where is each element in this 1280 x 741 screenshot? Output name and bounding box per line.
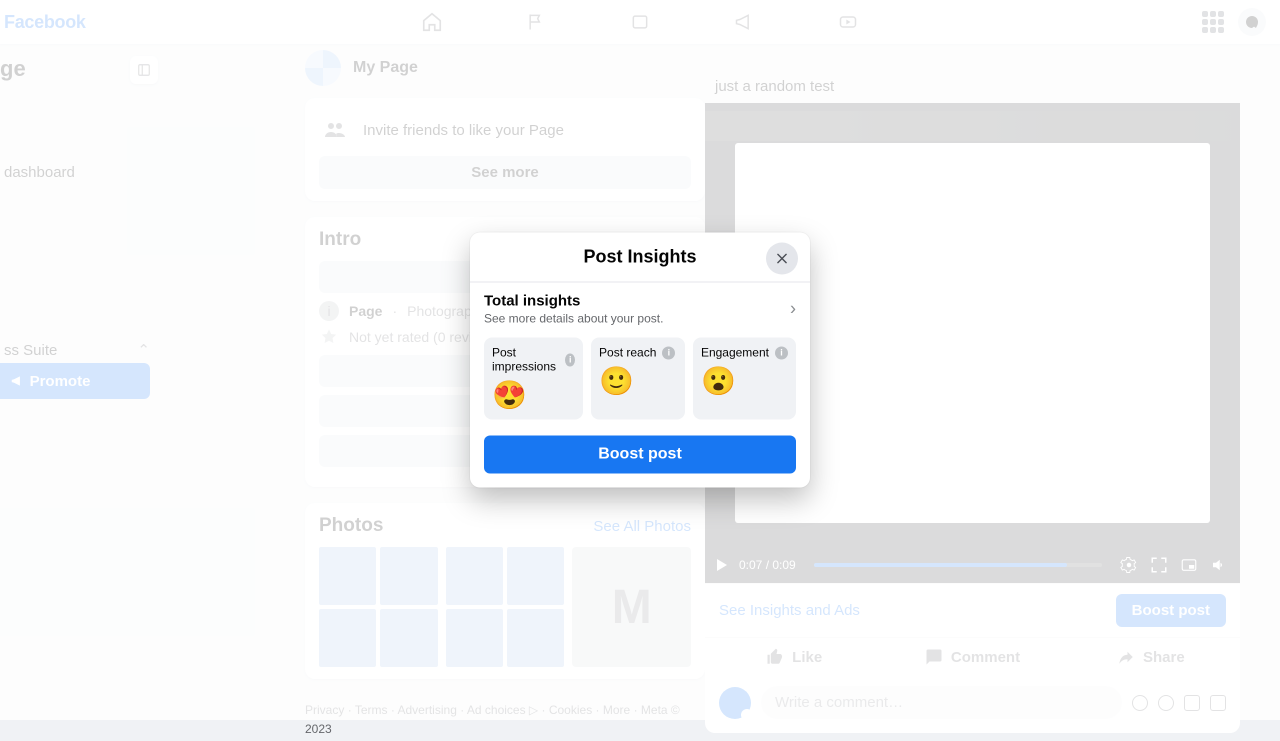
smile-emoji-icon: 🙂 xyxy=(599,368,677,396)
post-insights-modal: Post Insights Total insights See more de… xyxy=(470,233,810,488)
total-insights-title: Total insights xyxy=(484,293,663,310)
metric-label: Post impressions xyxy=(492,346,559,374)
info-icon[interactable]: i xyxy=(662,346,675,359)
boost-post-button[interactable]: Boost post xyxy=(484,436,796,474)
metric-label: Post reach xyxy=(599,346,656,360)
close-icon[interactable] xyxy=(766,243,798,275)
metrics-row: Post impressions i 😍 Post reach i 🙂 Enga… xyxy=(484,338,796,420)
total-insights-row[interactable]: Total insights See more details about yo… xyxy=(484,293,796,326)
modal-title: Post Insights xyxy=(583,247,696,268)
total-insights-subtitle: See more details about your post. xyxy=(484,312,663,326)
metric-impressions[interactable]: Post impressions i 😍 xyxy=(484,338,583,420)
modal-header: Post Insights xyxy=(470,233,810,283)
chevron-right-icon: › xyxy=(790,299,796,320)
metric-reach[interactable]: Post reach i 🙂 xyxy=(591,338,685,420)
info-icon[interactable]: i xyxy=(775,346,788,359)
wow-emoji-icon: 😮 xyxy=(701,368,788,396)
modal-body: Total insights See more details about yo… xyxy=(470,283,810,424)
modal-footer: Boost post xyxy=(470,424,810,488)
metric-label: Engagement xyxy=(701,346,769,360)
metric-engagement[interactable]: Engagement i 😮 xyxy=(693,338,796,420)
info-icon[interactable]: i xyxy=(565,353,575,366)
heart-eyes-emoji-icon: 😍 xyxy=(492,382,575,410)
